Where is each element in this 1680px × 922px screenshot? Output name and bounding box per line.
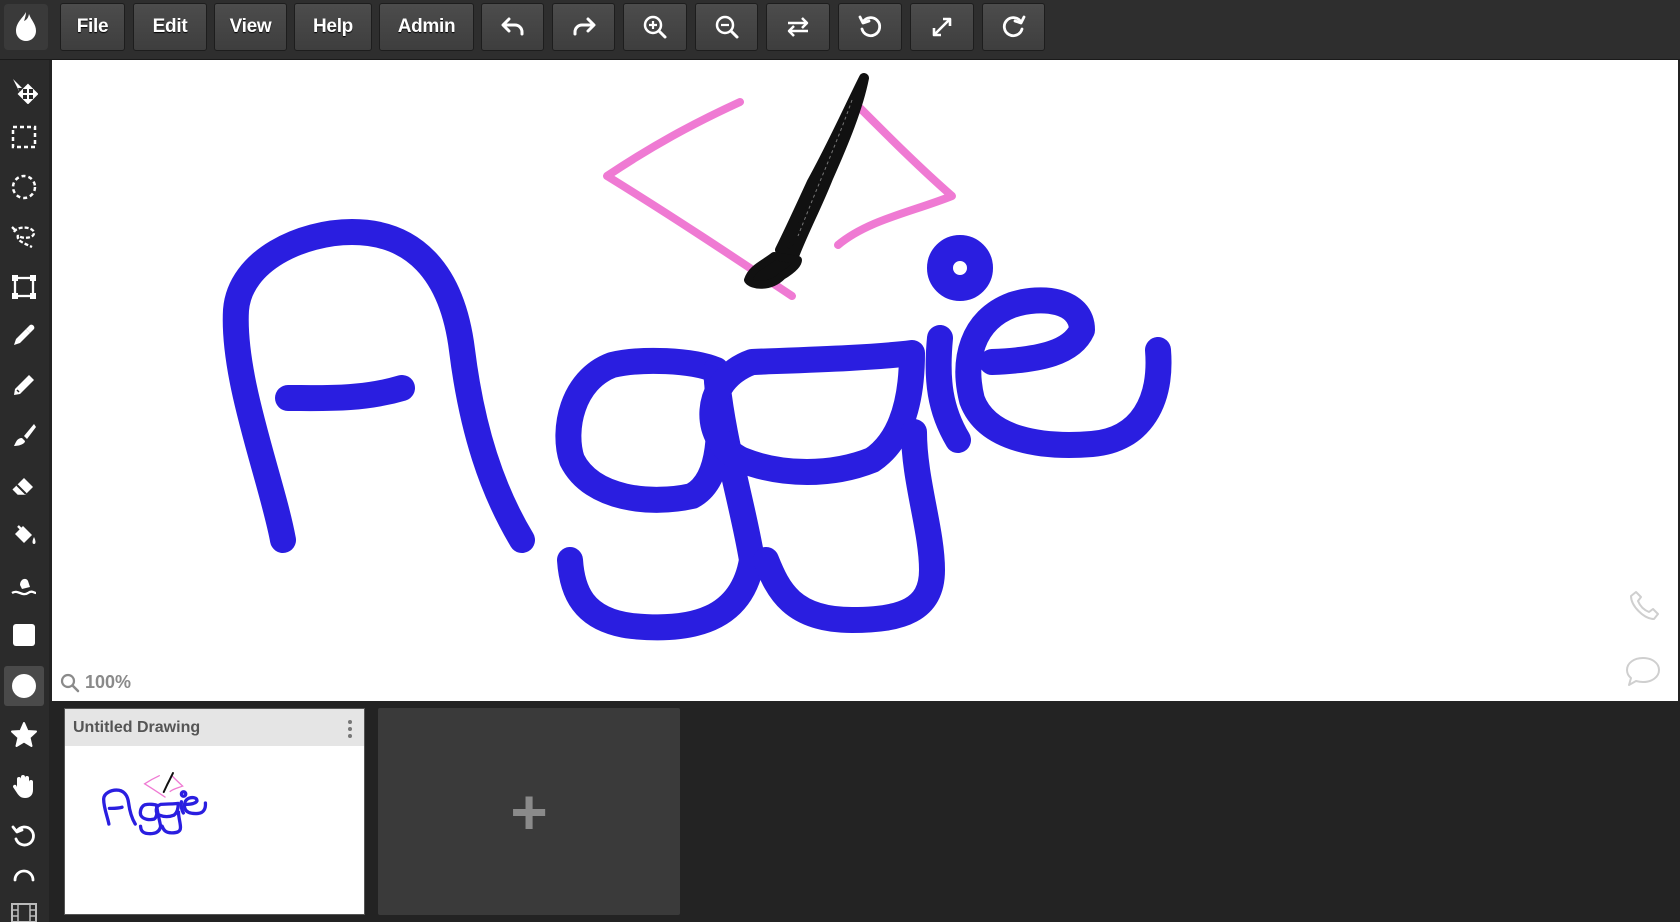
- timeline-tool-button[interactable]: [4, 898, 44, 922]
- transform-icon: [12, 275, 36, 299]
- pencil-tool-button[interactable]: [4, 365, 44, 405]
- lasso-select-icon: [11, 226, 36, 249]
- page-card-header: Untitled Drawing: [65, 709, 364, 746]
- chat-button[interactable]: [1624, 654, 1662, 693]
- rectangle-icon: [13, 624, 35, 646]
- undo-button[interactable]: [481, 3, 544, 51]
- undo-icon: [501, 17, 523, 36]
- add-page-button[interactable]: +: [378, 708, 680, 915]
- flip-icon: [787, 17, 809, 37]
- fullscreen-icon: [932, 17, 952, 37]
- page-thumbnail: [102, 772, 208, 836]
- top-toolbar: File Edit View Help Admin: [0, 0, 1680, 60]
- rectangle-tool-button[interactable]: [4, 615, 44, 655]
- phone-icon: [1630, 591, 1659, 620]
- drawing-artwork: [222, 73, 1172, 641]
- zoom-indicator[interactable]: 100%: [60, 672, 131, 693]
- redo-button[interactable]: [552, 3, 615, 51]
- move-tool-button[interactable]: [4, 70, 44, 110]
- file-menu-button[interactable]: File: [60, 3, 125, 51]
- star-tool-button[interactable]: [4, 715, 44, 755]
- plus-icon: +: [510, 775, 548, 848]
- help-menu-button[interactable]: Help: [294, 3, 372, 51]
- transform-tool-button[interactable]: [4, 267, 44, 307]
- move-tool-icon: [13, 79, 38, 104]
- partial-tool-button[interactable]: [4, 866, 44, 886]
- tools-panel: [0, 60, 49, 922]
- rotate-left-button[interactable]: [838, 3, 902, 51]
- zoom-search-icon: [60, 673, 80, 692]
- paint-bucket-icon: [15, 525, 36, 544]
- lasso-select-tool-button[interactable]: [4, 217, 44, 257]
- rotate-right-button[interactable]: [982, 3, 1045, 51]
- pencil-icon: [14, 375, 34, 395]
- smudge-icon: [11, 578, 37, 596]
- eraser-tool-button[interactable]: [4, 465, 44, 505]
- drawing-canvas[interactable]: 100%: [52, 60, 1678, 701]
- admin-menu-button[interactable]: Admin: [379, 3, 474, 51]
- zoom-out-button[interactable]: [695, 3, 758, 51]
- brush-icon: [14, 424, 36, 446]
- star-icon: [11, 722, 37, 747]
- hand-icon: [12, 775, 33, 798]
- ellipse-select-icon: [11, 174, 37, 200]
- rect-select-icon: [11, 125, 37, 149]
- view-menu-button[interactable]: View: [214, 3, 287, 51]
- page-menu-button[interactable]: [346, 719, 354, 744]
- history-undo-tool-button[interactable]: [4, 816, 44, 856]
- fullscreen-button[interactable]: [910, 3, 974, 51]
- ellipse-icon: [12, 674, 36, 698]
- eyedropper-icon: [14, 324, 35, 345]
- rotate-left-icon: [858, 15, 882, 38]
- edit-menu-button[interactable]: Edit: [133, 3, 207, 51]
- rect-select-tool-button[interactable]: [4, 117, 44, 157]
- smudge-tool-button[interactable]: [4, 565, 44, 605]
- eraser-icon: [12, 478, 33, 495]
- eyedropper-tool-button[interactable]: [4, 315, 44, 355]
- brush-tool-button[interactable]: [4, 415, 44, 455]
- undo-circle-icon: [11, 825, 35, 847]
- hand-tool-button[interactable]: [4, 766, 44, 806]
- ellipse-tool-button[interactable]: [4, 666, 44, 706]
- rotate-right-icon: [1002, 15, 1025, 38]
- zoom-level-label: 100%: [85, 672, 132, 692]
- aggie-text-drawing: [222, 219, 1172, 641]
- kebab-menu-icon: [348, 720, 352, 738]
- paintbrush-drawing: [744, 73, 869, 289]
- film-icon: [11, 903, 37, 922]
- fill-tool-button[interactable]: [4, 515, 44, 555]
- flip-button[interactable]: [766, 3, 830, 51]
- arc-icon: [13, 869, 35, 882]
- zoom-out-icon: [715, 15, 738, 39]
- page-title: Untitled Drawing: [73, 718, 201, 736]
- zoom-in-button[interactable]: [623, 3, 687, 51]
- ellipse-select-tool-button[interactable]: [4, 167, 44, 207]
- zoom-in-icon: [643, 15, 667, 39]
- chat-bubble-icon: [1626, 657, 1660, 686]
- app-logo-icon[interactable]: [4, 4, 48, 50]
- redo-icon: [573, 17, 595, 36]
- call-button[interactable]: [1626, 588, 1662, 629]
- page-card[interactable]: Untitled Drawing: [64, 708, 365, 915]
